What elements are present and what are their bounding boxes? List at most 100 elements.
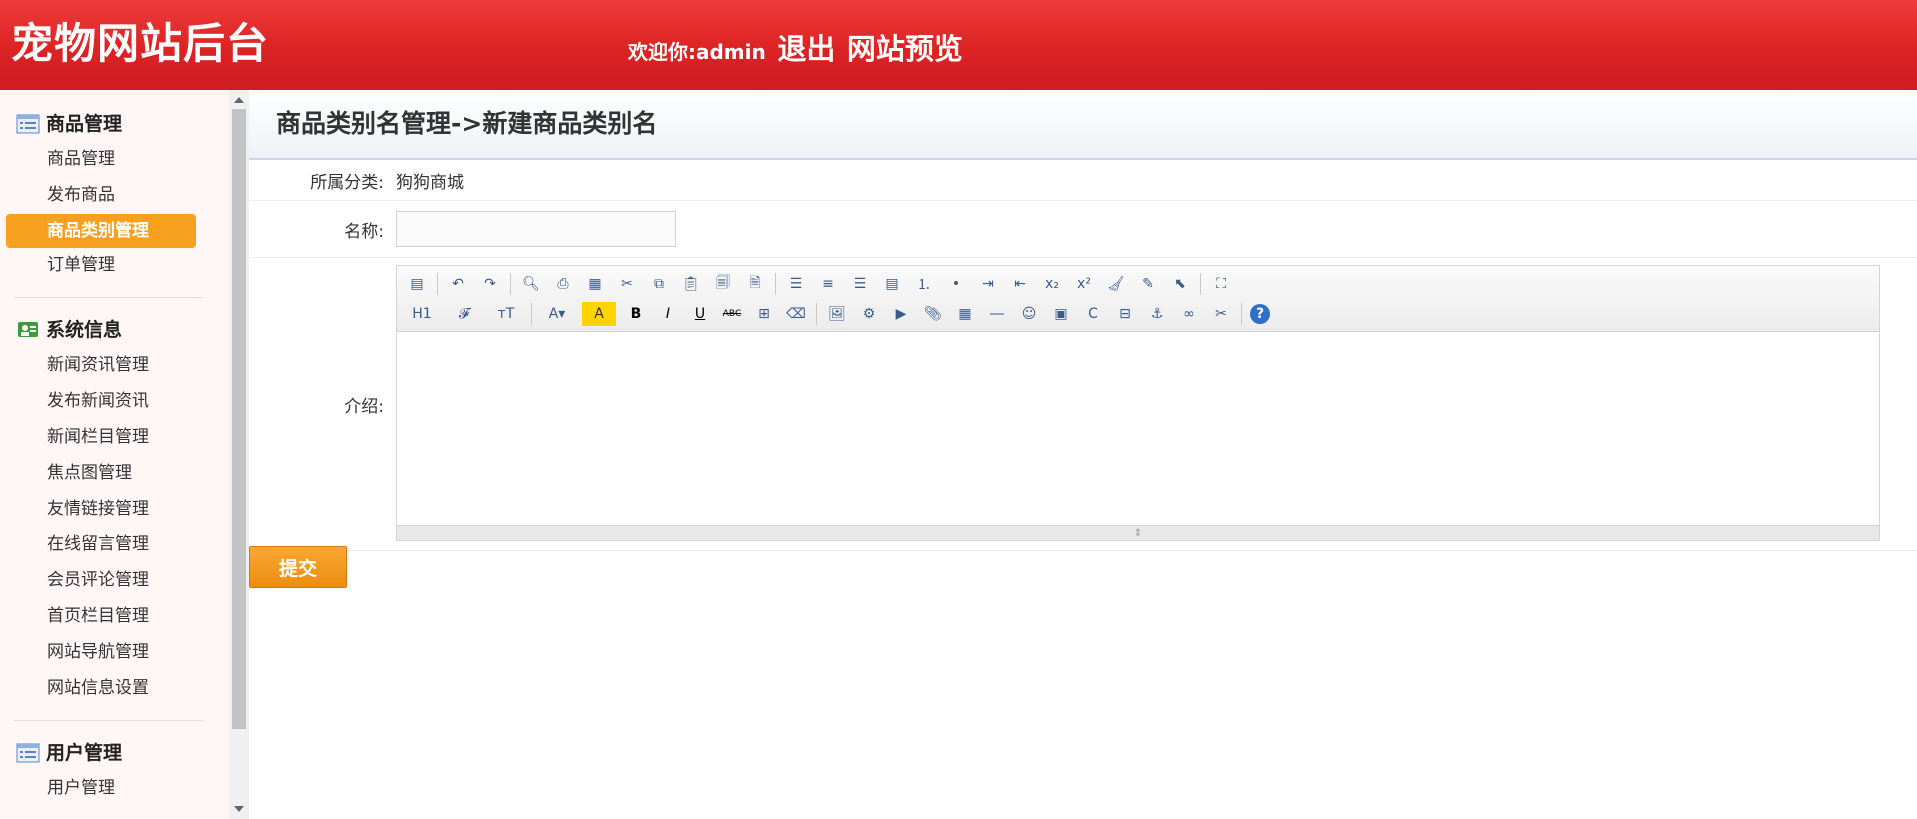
emoticon-icon[interactable]: ☺ [1017, 302, 1041, 326]
toolbar-separator [437, 273, 438, 295]
cut-icon[interactable]: ✂ [615, 272, 639, 296]
sidebar-item-messages[interactable]: 在线留言管理 [0, 527, 229, 563]
select-all-icon[interactable]: ⬉ [1168, 272, 1192, 296]
bold-icon[interactable]: B [624, 302, 648, 326]
align-left-icon[interactable]: ☰ [784, 272, 808, 296]
print-icon[interactable]: ⎙ [551, 272, 575, 296]
undo-icon[interactable]: ↶ [446, 272, 470, 296]
line-height-icon[interactable]: ⊞ [752, 302, 776, 326]
quick-format-icon[interactable]: ✎ [1136, 272, 1160, 296]
scroll-thumb[interactable] [232, 109, 246, 729]
paste-plain-icon[interactable]: 🗐 [711, 272, 735, 296]
toolbar-separator [816, 303, 817, 325]
code-icon[interactable]: C [1081, 302, 1105, 326]
group-label: 系统信息 [46, 319, 123, 342]
align-right-icon[interactable]: ☰ [848, 272, 872, 296]
sidebar-item-member-comments[interactable]: 会员评论管理 [0, 563, 229, 599]
user-bar: 欢迎你:admin 退出 网站预览 [628, 26, 963, 68]
toolbar-separator [510, 273, 511, 295]
preview-icon[interactable]: 🔍︎ [519, 272, 543, 296]
editor-content-area[interactable] [397, 332, 1879, 518]
menu-group-system: 系统信息 新闻资讯管理 发布新闻资讯 新闻栏目管理 焦点图管理 友情链接管理 在… [0, 312, 229, 706]
paste-icon[interactable]: 📋︎ [679, 272, 703, 296]
indent-icon[interactable]: ⇥ [976, 272, 1000, 296]
toolbar-separator [1241, 303, 1242, 325]
sidebar-item-site-nav[interactable]: 网站导航管理 [0, 635, 229, 671]
group-title-product[interactable]: 商品管理 [0, 106, 229, 142]
sidebar-item-category-manage[interactable]: 商品类别管理 [6, 213, 196, 248]
preview-link[interactable]: 网站预览 [847, 32, 963, 66]
group-title-system[interactable]: 系统信息 [0, 312, 229, 348]
horizontal-rule-icon[interactable]: ― [985, 302, 1009, 326]
main-content: 商品类别名管理->新建商品类别名 所属分类: 狗狗商城 名称: 介绍: ▤ ↶ [249, 90, 1917, 819]
clear-format-icon[interactable]: 🧹︎ [1104, 272, 1128, 296]
sidebar-item-publish-product[interactable]: 发布商品 [0, 178, 229, 214]
top-header: 宠物网站后台 欢迎你:admin 退出 网站预览 [0, 0, 1917, 90]
heading-dropdown[interactable]: H1 [405, 302, 439, 326]
sidebar-item-order-manage[interactable]: 订单管理 [0, 248, 229, 284]
ordered-list-icon[interactable]: ⒈ [912, 272, 936, 296]
page-title: 商品类别名管理->新建商品类别名 [249, 90, 1917, 160]
logout-link[interactable]: 退出 [777, 32, 835, 66]
menu-group-product: 商品管理 商品管理 发布商品 商品类别管理 订单管理 [0, 106, 229, 283]
flash-icon[interactable]: ⚙ [857, 302, 881, 326]
pagebreak-icon[interactable]: ⊟ [1113, 302, 1137, 326]
scroll-down-icon[interactable] [234, 806, 244, 812]
align-justify-icon[interactable]: ▤ [880, 272, 904, 296]
menu-group-users: 用户管理 用户管理 [0, 735, 229, 807]
submit-button[interactable]: 提交 [249, 546, 347, 588]
italic-icon[interactable]: I [656, 302, 680, 326]
group-label: 用户管理 [46, 742, 123, 765]
sidebar-item-site-settings[interactable]: 网站信息设置 [0, 671, 229, 707]
align-center-icon[interactable]: ≡ [816, 272, 840, 296]
redo-icon[interactable]: ↷ [478, 272, 502, 296]
users-icon [18, 322, 38, 338]
underline-icon[interactable]: U [688, 302, 712, 326]
anchor-icon[interactable]: ⚓ [1145, 302, 1169, 326]
copy-icon[interactable]: ⧉ [647, 272, 671, 296]
sidebar-item-news-manage[interactable]: 新闻资讯管理 [0, 348, 229, 384]
link-icon[interactable]: ∞ [1177, 302, 1201, 326]
toolbar-separator [531, 303, 532, 325]
sidebar-item-news-column[interactable]: 新闻栏目管理 [0, 420, 229, 456]
name-label: 名称: [249, 200, 396, 258]
scroll-up-icon[interactable] [234, 97, 244, 103]
sidebar: 商品管理 商品管理 发布商品 商品类别管理 订单管理 系统信息 新闻资讯管理 发… [0, 90, 229, 819]
font-family-dropdown[interactable]: 𝓕 [447, 302, 481, 326]
sidebar-item-friend-links[interactable]: 友情链接管理 [0, 492, 229, 528]
media-icon[interactable]: ▶ [889, 302, 913, 326]
unlink-icon[interactable]: ✂ [1209, 302, 1233, 326]
rich-text-editor: ▤ ↶ ↷ 🔍︎ ⎙ ▦ ✂ ⧉ 📋︎ 🗐 🗎 ☰ ≡ ☰ ▤ ⒈ • ⇥ ⇤ … [396, 265, 1880, 541]
text-color-icon[interactable]: A▾ [540, 302, 574, 326]
sidebar-item-user-manage[interactable]: 用户管理 [0, 771, 229, 807]
outdent-icon[interactable]: ⇤ [1008, 272, 1032, 296]
toolbar-separator [1200, 273, 1201, 295]
unordered-list-icon[interactable]: • [944, 272, 968, 296]
list-icon [16, 114, 40, 134]
image-upload-icon[interactable]: 🖼︎ [825, 302, 849, 326]
fullscreen-icon[interactable]: ⛶ [1209, 272, 1233, 296]
table-icon[interactable]: ▦ [953, 302, 977, 326]
font-size-dropdown[interactable]: тT [489, 302, 523, 326]
resize-handle-icon[interactable]: ⇕ [397, 525, 1879, 540]
paste-word-icon[interactable]: 🗎 [743, 272, 767, 296]
eraser-icon[interactable]: ⌫ [784, 302, 808, 326]
source-icon[interactable]: ▤ [405, 272, 429, 296]
sidebar-item-product-manage[interactable]: 商品管理 [0, 142, 229, 178]
strikethrough-icon[interactable]: ABC [720, 302, 744, 326]
subscript-icon[interactable]: x₂ [1040, 272, 1064, 296]
group-title-users[interactable]: 用户管理 [0, 735, 229, 771]
sidebar-item-focus-image[interactable]: 焦点图管理 [0, 456, 229, 492]
template-icon[interactable]: ▦ [583, 272, 607, 296]
superscript-icon[interactable]: x² [1072, 272, 1096, 296]
image-icon[interactable]: ▣ [1049, 302, 1073, 326]
attachment-icon[interactable]: 📎︎ [921, 302, 945, 326]
sidebar-item-home-columns[interactable]: 首页栏目管理 [0, 599, 229, 635]
help-icon[interactable]: ? [1250, 304, 1270, 324]
sidebar-scrollbar[interactable] [229, 90, 249, 819]
category-label: 所属分类: [249, 160, 396, 201]
highlight-color-icon[interactable]: A [582, 302, 616, 326]
sidebar-item-publish-news[interactable]: 发布新闻资讯 [0, 384, 229, 420]
site-brand: 宠物网站后台 [11, 19, 270, 68]
name-input[interactable] [396, 211, 676, 247]
